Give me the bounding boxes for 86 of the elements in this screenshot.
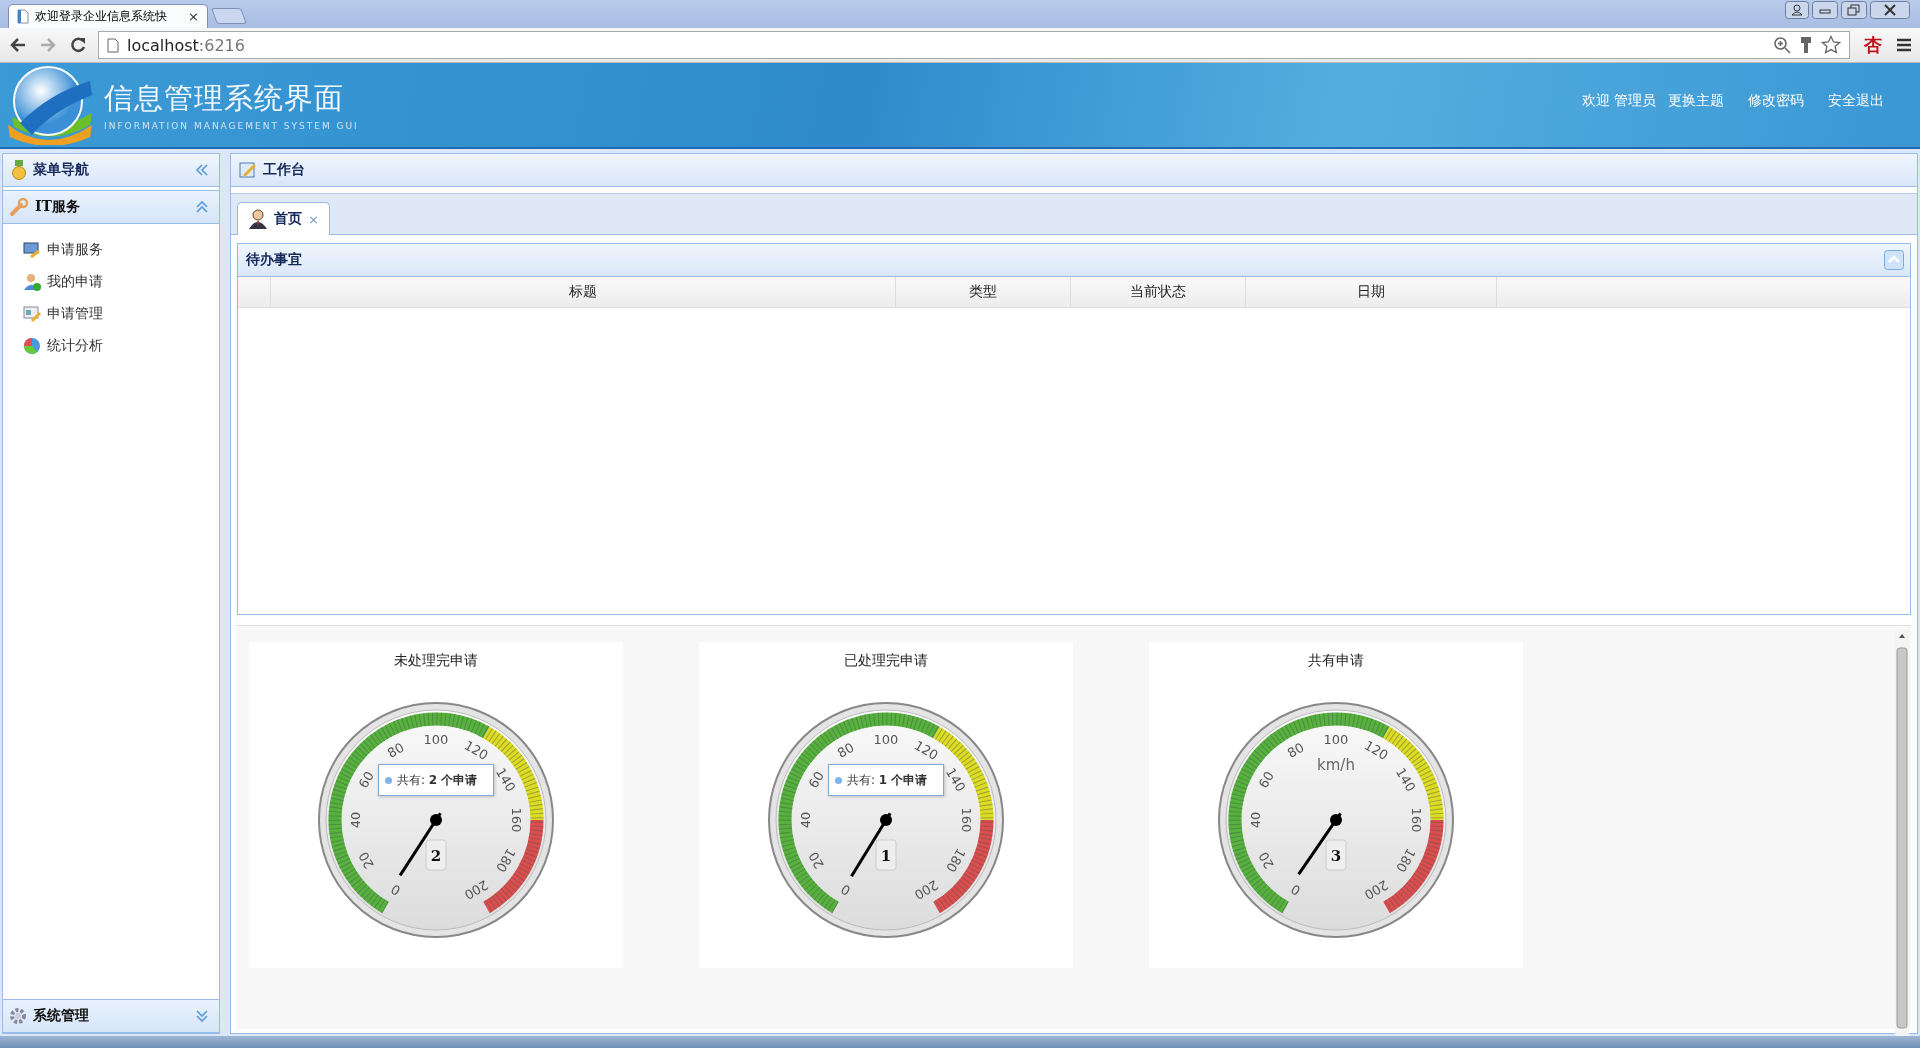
pie-chart-icon	[23, 337, 41, 355]
column-header[interactable]: 日期	[1246, 277, 1497, 307]
gear-icon	[9, 1007, 27, 1025]
tab[interactable]: 首页 ×	[237, 202, 330, 235]
page-icon	[17, 9, 29, 24]
panel-title: 待办事宜	[246, 251, 302, 269]
collapse-up-icon[interactable]	[195, 200, 209, 214]
menu-item[interactable]: 我的申请	[23, 272, 219, 292]
expand-down-icon[interactable]	[195, 1009, 209, 1023]
tick-label: 200	[1361, 877, 1391, 903]
tick-label: 60	[1255, 768, 1277, 791]
close-button[interactable]: ×	[188, 9, 199, 24]
tick-label: 0	[1288, 881, 1304, 899]
tick-label: 80	[1284, 739, 1307, 761]
close-icon[interactable]	[1870, 1, 1910, 19]
gauge-title: 已处理完申请	[844, 652, 928, 670]
unit-label: km/h	[1317, 756, 1355, 774]
value-readout: 1	[875, 839, 897, 871]
tick-label: 80	[834, 739, 857, 761]
tick-label: 60	[805, 768, 827, 791]
browser-tab[interactable]: 欢迎登录企业信息系统快 ×	[8, 4, 208, 28]
tick-label: 200	[461, 877, 491, 903]
monitor-icon	[23, 241, 41, 259]
tick-label: 40	[1248, 811, 1263, 829]
gauge-title: 共有申请	[1308, 652, 1364, 670]
accordion-header[interactable]: IT服务	[3, 190, 219, 224]
address-field[interactable]: localhost:6216	[98, 31, 1850, 59]
tick-label: 120	[1361, 737, 1391, 763]
tick-label: 100	[423, 732, 449, 747]
collapse-button[interactable]	[1884, 250, 1904, 270]
tab-title: 欢迎登录企业信息系统快	[35, 8, 168, 25]
tick-label: 80	[384, 739, 407, 761]
panel-title: 菜单导航	[33, 161, 89, 179]
app-title: 信息管理系统界面	[104, 80, 345, 117]
tick-label: 20	[355, 849, 377, 872]
tooltip: 共有: 2 个申请	[378, 764, 494, 796]
wrench-icon	[9, 197, 29, 217]
gauge-needle	[398, 812, 442, 877]
welcome-text: 欢迎 管理员	[1581, 92, 1656, 110]
user-add-icon	[23, 273, 41, 291]
value-readout: 2	[425, 839, 447, 871]
extension-button[interactable]: 杏	[1860, 33, 1886, 57]
gauge-title: 未处理完申请	[394, 652, 478, 670]
app-subtitle: INFORMATION MANAGEMENT SYSTEM GUI	[104, 121, 359, 131]
user-icon[interactable]	[1785, 1, 1809, 19]
tick-label: 160	[509, 807, 524, 833]
zoom-icon[interactable]	[1773, 36, 1791, 54]
tick-label: 200	[911, 877, 941, 903]
tick-label: 100	[1323, 732, 1349, 747]
collapse-left-icon[interactable]	[195, 163, 209, 177]
tick-label: 20	[805, 849, 827, 872]
column-header[interactable]: 标题	[271, 277, 896, 307]
tick-label: 160	[1409, 807, 1424, 833]
panel-title: 工作台	[263, 161, 305, 179]
tick-label: 0	[388, 881, 404, 899]
tick-label: 160	[959, 807, 974, 833]
tick-label: 40	[798, 811, 813, 829]
medal-icon	[11, 160, 27, 180]
reload-icon[interactable]	[68, 35, 88, 55]
tick-label: 0	[838, 881, 854, 899]
tick-label: 120	[461, 737, 491, 763]
value-readout: 3	[1325, 839, 1347, 871]
star-icon[interactable]	[1821, 35, 1841, 55]
gauge-needle	[1297, 812, 1342, 876]
accordion-title: IT服务	[35, 198, 80, 216]
accordion-header[interactable]: 系统管理	[3, 999, 219, 1033]
tick-label: 100	[873, 732, 899, 747]
person-icon	[248, 209, 268, 229]
gauge-needle	[850, 812, 892, 878]
tick-label: 120	[911, 737, 941, 763]
column-header[interactable]: 当前状态	[1071, 277, 1246, 307]
menu-item[interactable]: 申请服务	[23, 240, 219, 260]
restore-button[interactable]	[1841, 1, 1867, 19]
accordion-title: 系统管理	[33, 1007, 89, 1025]
edit-icon	[23, 305, 41, 323]
tick-label: 40	[348, 811, 363, 829]
menu-item[interactable]: 统计分析	[23, 336, 219, 356]
page-icon	[107, 37, 119, 53]
tick-label: 20	[1255, 849, 1277, 872]
url-text: localhost:6216	[127, 35, 245, 55]
tick-label: 60	[355, 768, 377, 791]
tooltip: 共有: 1 个申请	[828, 764, 944, 796]
column-header[interactable]: 类型	[896, 277, 1071, 307]
menu-icon[interactable]	[1896, 37, 1912, 53]
edit-icon	[239, 161, 257, 179]
menu-item[interactable]: 申请管理	[23, 304, 219, 324]
